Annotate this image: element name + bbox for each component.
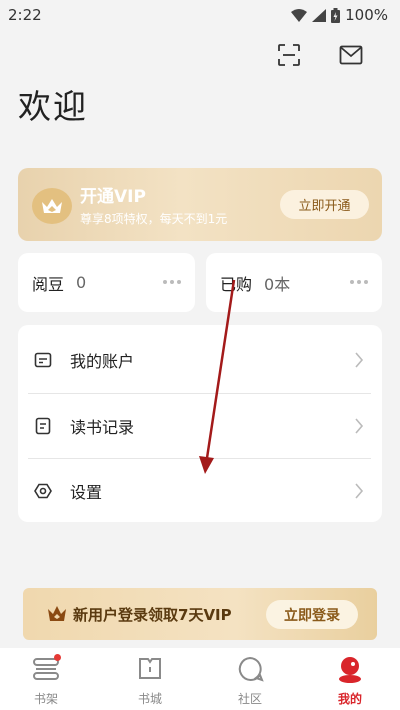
settings-icon: [34, 483, 52, 499]
menu-item-account[interactable]: 我的账户: [18, 327, 382, 392]
battery-level: 100%: [345, 6, 388, 24]
login-button[interactable]: 立即登录: [266, 600, 358, 629]
beans-value: 0: [76, 273, 87, 292]
purchased-label: 已购: [220, 274, 253, 294]
nav-item-bookshelf[interactable]: 书架: [16, 654, 76, 708]
nav-label: 书城: [137, 692, 162, 706]
page-title: 欢迎: [18, 87, 88, 126]
nav-item-bookstore[interactable]: 书城: [120, 654, 180, 708]
menu-item-history[interactable]: 读书记录: [18, 393, 382, 458]
wifi-icon: [291, 8, 308, 22]
beans-label: 阅豆: [32, 274, 65, 294]
chevron-right-icon: [355, 352, 364, 368]
nav-label: 我的: [337, 692, 362, 706]
purchased-card[interactable]: 已购 0本: [206, 253, 382, 312]
purchased-value: 0本: [264, 274, 291, 294]
bottom-nav: 书架 书城 社区 我的: [0, 648, 400, 710]
menu-item-label: 我的账户: [70, 351, 135, 371]
new-user-promo-banner[interactable]: 新用户登录领取7天VIP 立即登录: [23, 588, 377, 640]
signal-icon: [312, 8, 327, 22]
nav-label: 社区: [237, 692, 262, 706]
crown-icon: [48, 606, 66, 621]
vip-card[interactable]: 开通VIP 尊享8项特权，每天不到1元 立即开通: [18, 168, 382, 241]
status-icons: 100%: [291, 6, 388, 24]
status-time: 2:22: [8, 6, 42, 24]
community-icon: [235, 654, 265, 684]
battery-icon: [331, 7, 341, 23]
menu-item-settings[interactable]: 设置: [18, 458, 382, 523]
status-bar: 2:22 100%: [0, 0, 400, 30]
scan-icon[interactable]: [274, 40, 304, 70]
bookstore-icon: [135, 654, 165, 684]
more-icon[interactable]: [163, 280, 181, 284]
menu-card: 我的账户 读书记录 设置: [18, 325, 382, 522]
crown-icon: [32, 188, 72, 224]
history-icon: [35, 417, 51, 435]
nav-label: 书架: [33, 692, 58, 706]
notification-dot: [54, 654, 61, 661]
beans-card[interactable]: 阅豆 0: [18, 253, 195, 312]
nav-item-community[interactable]: 社区: [220, 654, 280, 708]
nav-item-profile[interactable]: 我的: [320, 654, 380, 708]
account-icon: [34, 352, 52, 368]
menu-item-label: 设置: [70, 482, 103, 502]
mail-icon[interactable]: [336, 40, 366, 70]
menu-item-label: 读书记录: [70, 417, 135, 437]
profile-icon: [335, 654, 365, 684]
promo-text: 新用户登录领取7天VIP: [73, 606, 232, 624]
more-icon[interactable]: [350, 280, 368, 284]
open-vip-button[interactable]: 立即开通: [280, 190, 369, 219]
vip-title: 开通VIP: [80, 187, 146, 207]
chevron-right-icon: [355, 418, 364, 434]
bookshelf-icon: [31, 654, 61, 684]
chevron-right-icon: [355, 483, 364, 499]
vip-subtitle: 尊享8项特权，每天不到1元: [80, 212, 228, 226]
